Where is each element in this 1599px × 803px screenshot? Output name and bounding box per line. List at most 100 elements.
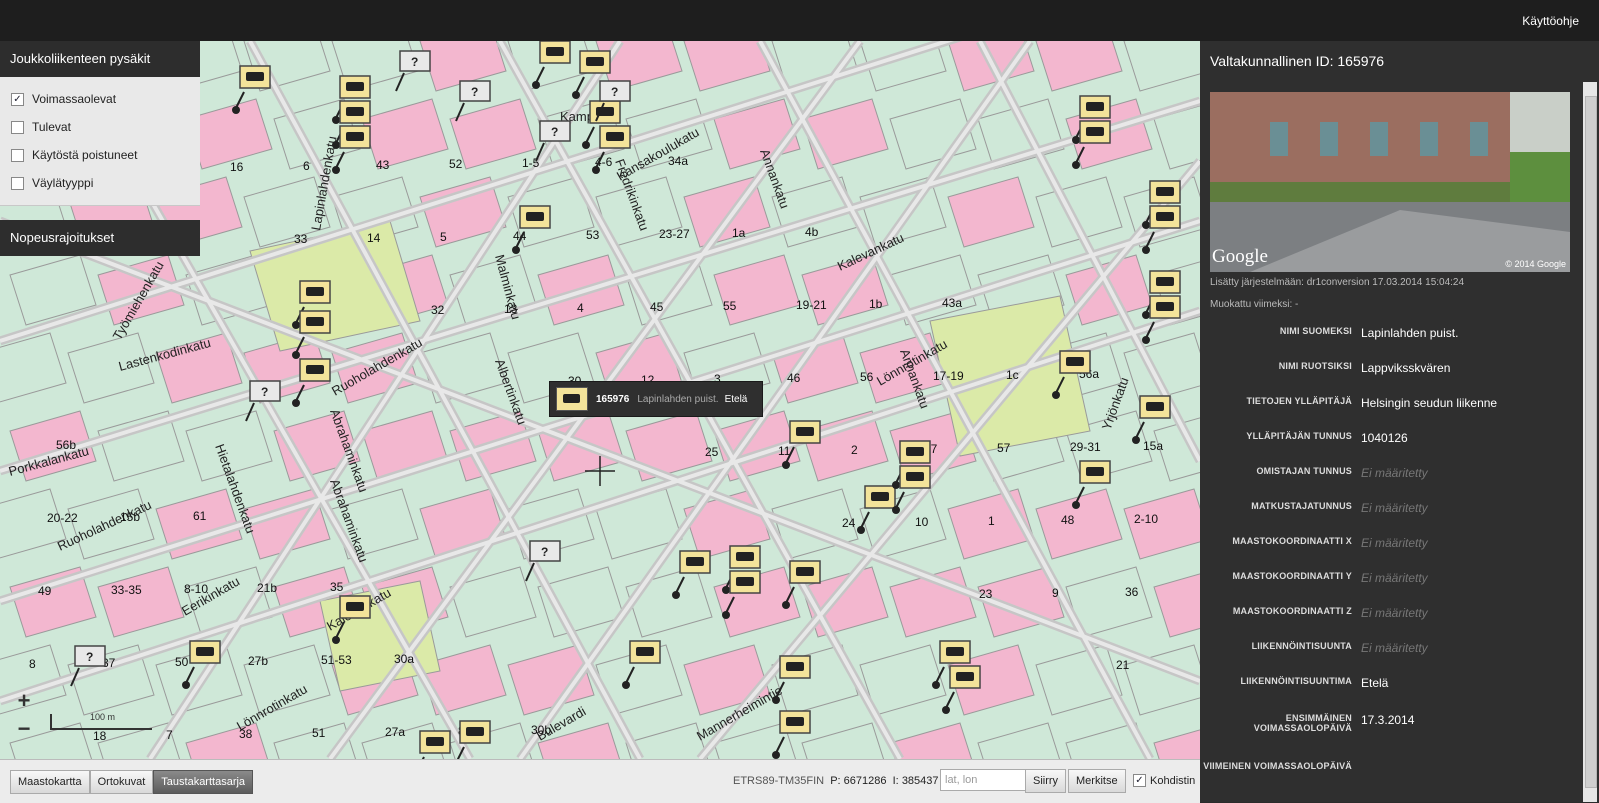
bus-icon [306, 287, 324, 296]
go-button[interactable]: Siirry [1025, 769, 1067, 793]
stops-layer-header[interactable]: Joukkoliikenteen pysäkit [0, 41, 200, 77]
street-view-image[interactable]: Google © 2014 Google [1210, 92, 1570, 272]
house-number: 17-19 [933, 369, 964, 383]
layer-item-removed[interactable]: Käytöstä poistuneet [0, 141, 200, 169]
bus-stop-dot [672, 591, 680, 599]
bus-icon [1156, 277, 1174, 286]
bus-icon [786, 662, 804, 671]
bus-stop-dot [772, 696, 780, 704]
bus-stop-dot [332, 636, 340, 644]
layer-label: Käytöstä poistuneet [32, 148, 138, 162]
scrollbar-thumb[interactable] [1585, 96, 1597, 788]
p-value: 6671286 [843, 775, 887, 787]
bus-stop-dot [182, 681, 190, 689]
terrain-map-button[interactable]: Maastokartta [10, 770, 90, 794]
house-number: 33-35 [111, 583, 142, 597]
bus-stop-dot [292, 321, 300, 329]
layer-label: Voimassaolevat [32, 92, 117, 106]
bus-stop-dot [1142, 336, 1150, 344]
bus-stop-dot [332, 116, 340, 124]
zoom-in-button[interactable]: + [10, 688, 38, 716]
house-number: 21 [1116, 658, 1130, 672]
attribute-label: MAASTOKOORDINAATTI X [1232, 536, 1352, 546]
bus-icon [736, 552, 754, 561]
house-number: 2-10 [1134, 512, 1158, 526]
attribute-value[interactable]: Etelä [1361, 676, 1388, 690]
help-link[interactable]: Käyttöohje [1522, 14, 1579, 28]
attribute-value[interactable]: Ei määritetty [1361, 466, 1428, 480]
house-number: 24 [842, 516, 856, 530]
bus-stop-dot [1072, 136, 1080, 144]
house-number: 15a [1143, 439, 1163, 453]
bus-icon [636, 647, 654, 656]
checkbox[interactable] [11, 120, 24, 134]
bus-stop-icon [556, 387, 588, 411]
attribute-value[interactable]: Ei määritetty [1361, 606, 1428, 620]
bus-stop-dot [532, 81, 540, 89]
house-number: 1 [988, 514, 995, 528]
house-number: 20-22 [47, 511, 78, 525]
house-number: 34a [668, 154, 688, 168]
attribute-label: LIIKENNÖINTISUUNTA [1251, 641, 1352, 651]
layer-item-route-type[interactable]: Väylätyyppi [0, 169, 200, 197]
attribute-value[interactable]: 1040126 [1361, 431, 1408, 445]
bus-icon [1086, 127, 1104, 136]
layer-item-valid[interactable]: ✓ Voimassaolevat [0, 85, 200, 113]
house-number: 14 [367, 231, 381, 245]
background-map-series-button[interactable]: Taustakarttasarja [153, 770, 254, 794]
scrollbar[interactable] [1583, 82, 1597, 802]
zoom-out-button[interactable]: − [10, 716, 38, 744]
top-bar: Käyttöohje [0, 0, 1599, 42]
bus-icon [526, 212, 544, 221]
bus-stop-dot [512, 246, 520, 254]
attribute-label: OMISTAJAN TUNNUS [1256, 466, 1352, 476]
house-number: 9 [1052, 586, 1059, 600]
speed-limits-header[interactable]: Nopeusrajoitukset [0, 220, 200, 256]
attribute-value[interactable]: Lapinlahden puist. [1361, 326, 1458, 340]
house-number: 30a [394, 652, 414, 666]
house-number: 36 [1125, 585, 1139, 599]
bus-stop-dot [1132, 436, 1140, 444]
cursor-toggle[interactable]: ✓ Kohdistin [1133, 774, 1195, 787]
attribute-value[interactable]: Ei määritetty [1361, 501, 1428, 515]
checkbox[interactable]: ✓ [11, 92, 24, 106]
attribute-label: NIMI SUOMEKSI [1279, 326, 1352, 336]
house-number: 18 [93, 729, 107, 743]
attribute-value[interactable]: 17.3.2014 [1361, 713, 1414, 727]
house-number: 50 [175, 655, 189, 669]
house-number: 48 [1061, 513, 1075, 527]
bus-stop-dot [292, 399, 300, 407]
attribute-value[interactable]: Helsingin seudun liikenne [1361, 396, 1497, 410]
checkbox[interactable] [11, 176, 24, 190]
stop-popup[interactable]: 165976 Lapinlahden puist. Etelä [549, 381, 763, 417]
layer-panel: Joukkoliikenteen pysäkit ✓ Voimassaoleva… [0, 41, 200, 206]
ortho-button[interactable]: Ortokuvat [89, 770, 154, 794]
house-number: 55 [723, 299, 737, 313]
layer-item-upcoming[interactable]: Tulevat [0, 113, 200, 141]
bus-stop-dot [857, 526, 865, 534]
attribute-value[interactable]: Ei määritetty [1361, 536, 1428, 550]
question-icon: ? [611, 85, 618, 99]
bus-icon [946, 647, 964, 656]
bus-icon [1146, 402, 1164, 411]
bus-stop-dot [1142, 246, 1150, 254]
bus-icon [1156, 212, 1174, 221]
house-number: 8-10 [184, 582, 208, 596]
attribute-value[interactable]: Ei määritetty [1361, 641, 1428, 655]
cursor-label: Kohdistin [1150, 774, 1196, 787]
house-number: 1a [732, 226, 746, 240]
layer-label: Tulevat [32, 120, 71, 134]
house-number: 5 [440, 230, 447, 244]
house-number: 53 [586, 228, 600, 242]
attribute-value[interactable]: Lappviksskvären [1361, 361, 1450, 375]
bus-icon [871, 492, 889, 501]
house-number: 30b [531, 723, 551, 737]
attribute-value[interactable]: Ei määritetty [1361, 571, 1428, 585]
checkbox[interactable] [11, 148, 24, 162]
house-number: 49 [38, 584, 52, 598]
bus-icon [906, 447, 924, 456]
mark-button[interactable]: Merkitse [1068, 769, 1126, 793]
coordinate-input[interactable]: lat, lon [940, 769, 1026, 791]
bus-stop-dot [622, 681, 630, 689]
checkbox[interactable]: ✓ [1133, 774, 1146, 787]
